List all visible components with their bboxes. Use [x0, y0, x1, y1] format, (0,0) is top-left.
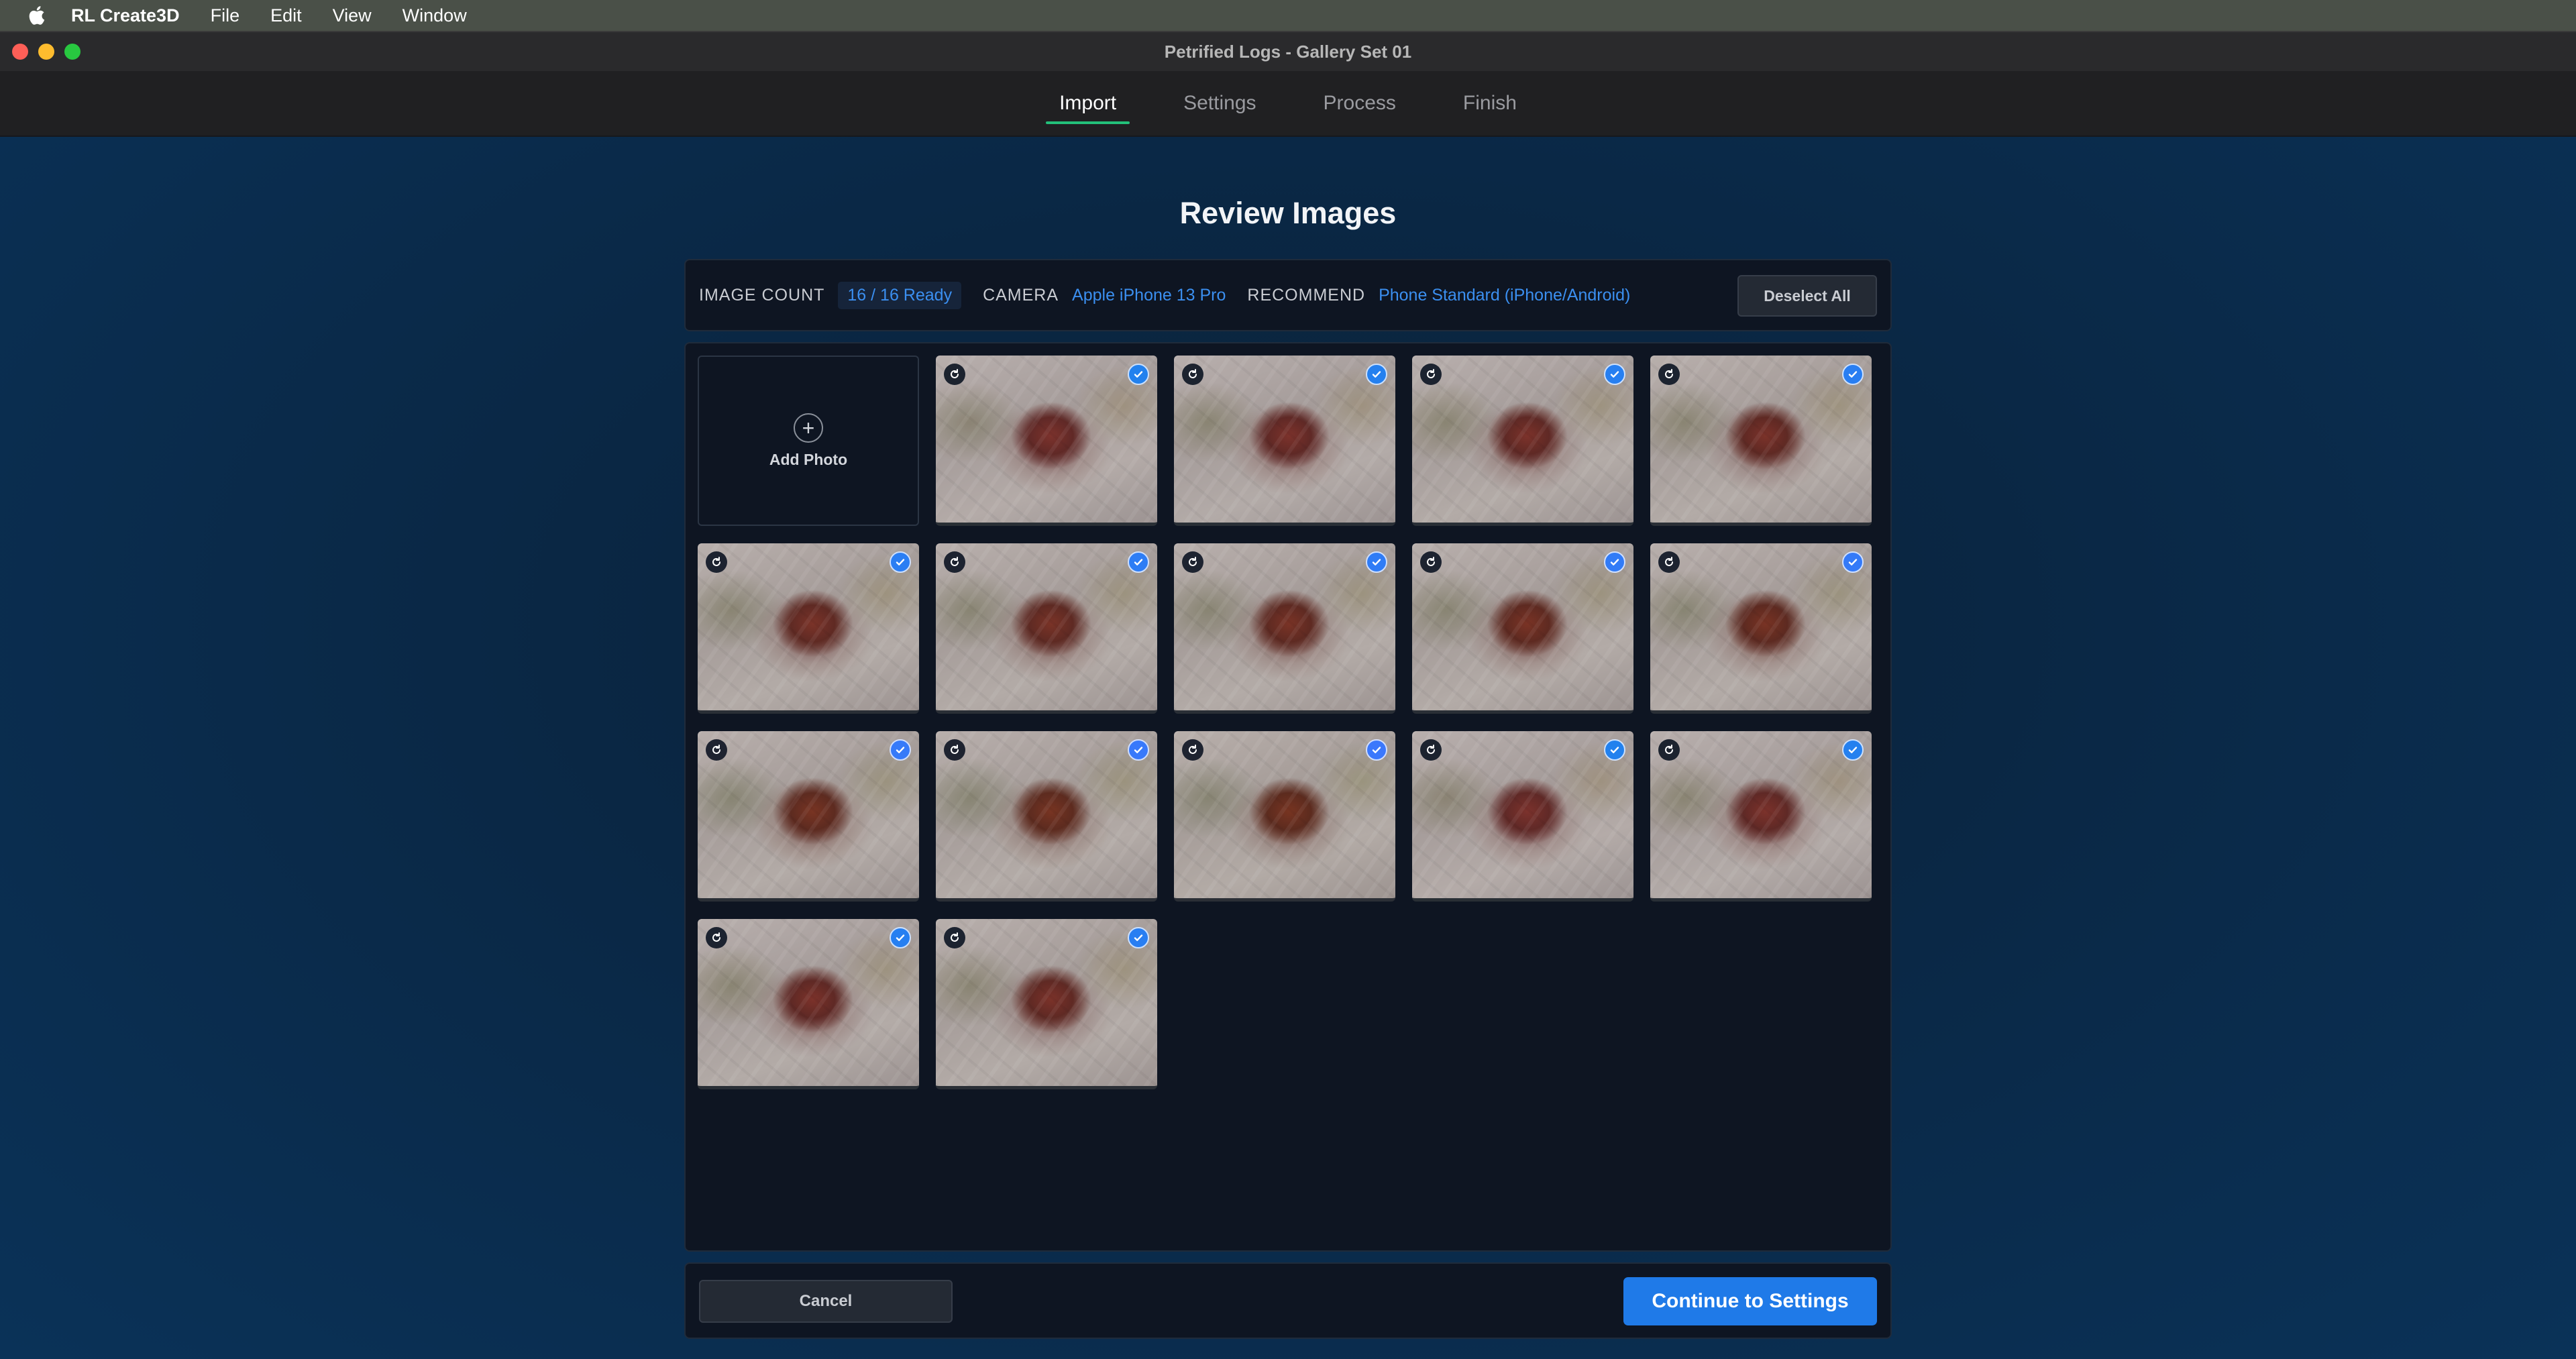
zoom-window-button[interactable]	[64, 44, 80, 60]
minimize-window-button[interactable]	[38, 44, 54, 60]
selected-check-icon[interactable]	[890, 739, 911, 761]
cancel-button[interactable]: Cancel	[699, 1280, 953, 1323]
recommend-value: Phone Standard (iPhone/Android)	[1379, 285, 1631, 305]
menu-app-name[interactable]: RL Create3D	[71, 5, 180, 26]
photo-thumbnail[interactable]	[936, 356, 1157, 526]
photo-thumbnail[interactable]	[1174, 731, 1395, 902]
main-content: Review Images IMAGE COUNT 16 / 16 Ready …	[0, 137, 2576, 1359]
image-info-bar: IMAGE COUNT 16 / 16 Ready CAMERA Apple i…	[684, 259, 1892, 331]
rotate-icon[interactable]	[706, 551, 727, 573]
selected-check-icon[interactable]	[1604, 551, 1625, 573]
rotate-icon[interactable]	[1658, 551, 1680, 573]
tab-settings[interactable]: Settings	[1170, 70, 1269, 136]
plus-icon: +	[794, 413, 823, 443]
menu-view[interactable]: View	[333, 5, 372, 26]
selected-check-icon[interactable]	[1128, 551, 1149, 573]
tab-import[interactable]: Import	[1046, 70, 1130, 136]
add-photo-label: Add Photo	[769, 450, 848, 468]
rotate-icon[interactable]	[944, 927, 965, 948]
selected-check-icon[interactable]	[890, 927, 911, 948]
app-window: Petrified Logs - Gallery Set 01 Import S…	[0, 31, 2576, 1359]
rotate-icon[interactable]	[1182, 551, 1203, 573]
selected-check-icon[interactable]	[1842, 551, 1864, 573]
rotate-icon[interactable]	[944, 364, 965, 385]
image-count-value: 16 / 16 Ready	[838, 281, 962, 309]
rotate-icon[interactable]	[1658, 739, 1680, 761]
photo-thumbnail[interactable]	[1650, 731, 1872, 902]
rotate-icon[interactable]	[944, 739, 965, 761]
photo-thumbnail[interactable]	[936, 919, 1157, 1089]
photo-thumbnail[interactable]	[936, 731, 1157, 902]
selected-check-icon[interactable]	[1366, 551, 1387, 573]
window-controls	[12, 44, 80, 60]
selected-check-icon[interactable]	[1604, 739, 1625, 761]
rotate-icon[interactable]	[1182, 364, 1203, 385]
photo-thumbnail[interactable]	[1174, 356, 1395, 526]
photo-thumbnail[interactable]	[698, 731, 919, 902]
tab-process[interactable]: Process	[1310, 70, 1409, 136]
selected-check-icon[interactable]	[1604, 364, 1625, 385]
image-grid-panel: + Add Photo	[684, 342, 1892, 1252]
rotate-icon[interactable]	[706, 927, 727, 948]
deselect-all-button[interactable]: Deselect All	[1737, 275, 1877, 317]
footer-bar: Cancel Continue to Settings	[684, 1262, 1892, 1339]
photo-thumbnail[interactable]	[1412, 356, 1633, 526]
menu-edit[interactable]: Edit	[270, 5, 302, 26]
continue-to-settings-button[interactable]: Continue to Settings	[1623, 1277, 1877, 1325]
photo-thumbnail[interactable]	[1650, 356, 1872, 526]
camera-value: Apple iPhone 13 Pro	[1072, 285, 1226, 305]
photo-thumbnail[interactable]	[698, 543, 919, 714]
rotate-icon[interactable]	[1420, 739, 1442, 761]
image-count-label: IMAGE COUNT	[699, 285, 825, 305]
add-photo-button[interactable]: + Add Photo	[698, 356, 919, 526]
selected-check-icon[interactable]	[1366, 739, 1387, 761]
selected-check-icon[interactable]	[890, 551, 911, 573]
selected-check-icon[interactable]	[1366, 364, 1387, 385]
tab-finish[interactable]: Finish	[1450, 70, 1530, 136]
selected-check-icon[interactable]	[1842, 739, 1864, 761]
photo-thumbnail[interactable]	[1412, 543, 1633, 714]
rotate-icon[interactable]	[1182, 739, 1203, 761]
recommend-label: RECOMMEND	[1247, 285, 1366, 305]
rotate-icon[interactable]	[1658, 364, 1680, 385]
rotate-icon[interactable]	[1420, 551, 1442, 573]
photo-thumbnail[interactable]	[1650, 543, 1872, 714]
macos-menu-bar: RL Create3D File Edit View Window	[0, 0, 2576, 31]
camera-label: CAMERA	[983, 285, 1059, 305]
rotate-icon[interactable]	[944, 551, 965, 573]
photo-thumbnail[interactable]	[1174, 543, 1395, 714]
apple-logo-icon[interactable]	[27, 5, 46, 26]
selected-check-icon[interactable]	[1842, 364, 1864, 385]
photo-thumbnail[interactable]	[1412, 731, 1633, 902]
menu-window[interactable]: Window	[402, 5, 467, 26]
selected-check-icon[interactable]	[1128, 364, 1149, 385]
close-window-button[interactable]	[12, 44, 28, 60]
window-title: Petrified Logs - Gallery Set 01	[1164, 41, 1412, 62]
selected-check-icon[interactable]	[1128, 927, 1149, 948]
menu-file[interactable]: File	[211, 5, 240, 26]
page-title: Review Images	[1179, 196, 1397, 230]
photo-thumbnail[interactable]	[698, 919, 919, 1089]
step-tab-bar: Import Settings Process Finish	[0, 71, 2576, 137]
window-titlebar: Petrified Logs - Gallery Set 01	[0, 32, 2576, 71]
rotate-icon[interactable]	[1420, 364, 1442, 385]
selected-check-icon[interactable]	[1128, 739, 1149, 761]
photo-thumbnail[interactable]	[936, 543, 1157, 714]
rotate-icon[interactable]	[706, 739, 727, 761]
